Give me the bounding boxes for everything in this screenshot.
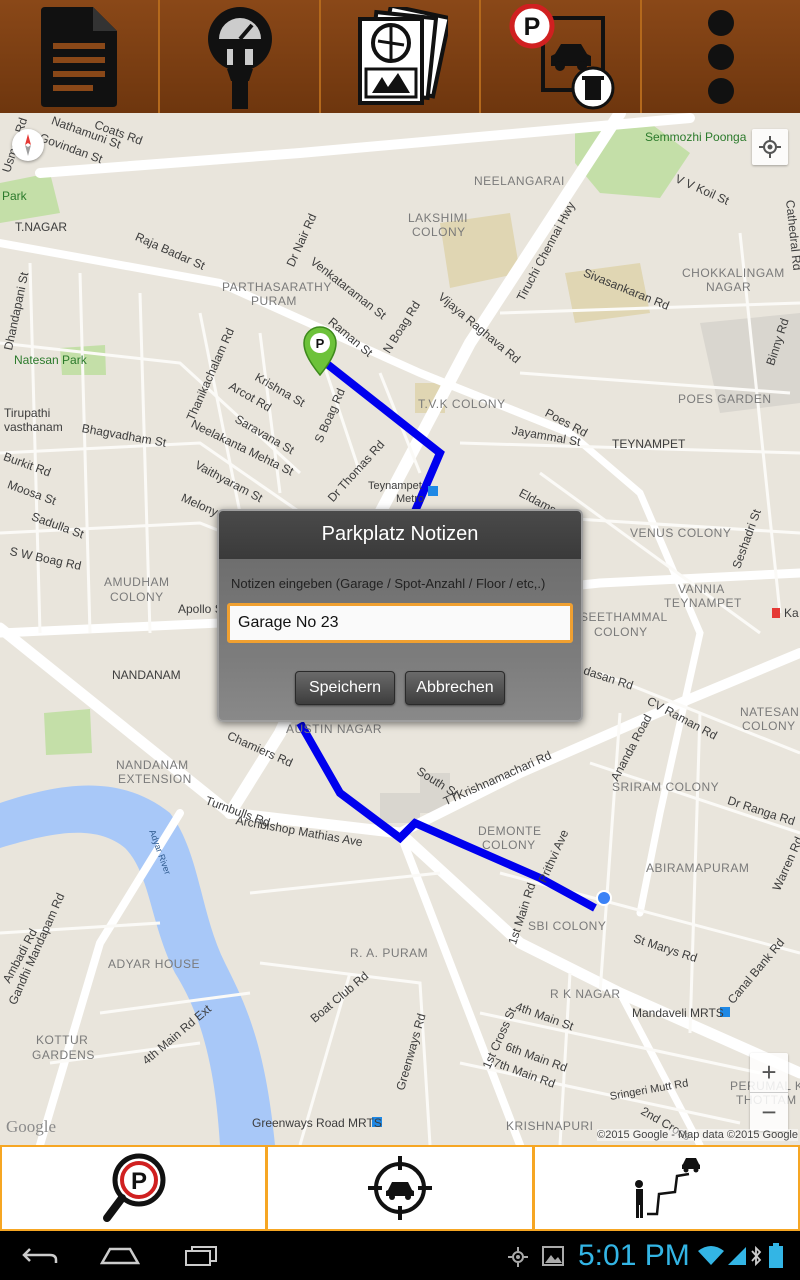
map-copyright: ©2015 Google - Map data ©2015 Google <box>597 1129 798 1141</box>
locate-car-button[interactable] <box>268 1147 532 1229</box>
overflow-menu-icon <box>707 9 734 104</box>
area-label: COLONY <box>742 719 796 733</box>
area-label: KOTTUR <box>36 1033 89 1047</box>
parking-notes-dialog: Parkplatz Notizen Notizen eingeben (Gara… <box>217 509 583 722</box>
area-label: PARTHASARATHY <box>222 280 332 294</box>
area-label: NEELANGARAI <box>474 174 565 188</box>
delete-parking-button[interactable]: P <box>481 0 642 113</box>
area-label: NANDANAM <box>116 758 189 772</box>
area-label: DEMONTE <box>478 824 542 838</box>
gallery-status-icon <box>542 1246 564 1266</box>
compass-icon <box>25 134 31 156</box>
map-label: Natesan Park <box>14 353 87 367</box>
area-label: AUSTIN NAGAR <box>286 722 383 736</box>
compass-button[interactable] <box>12 129 44 161</box>
wifi-icon <box>698 1246 724 1265</box>
walk-to-car-button[interactable] <box>534 1147 798 1229</box>
notes-button[interactable] <box>0 0 161 113</box>
overflow-menu-button[interactable] <box>641 0 800 113</box>
parking-meter-icon <box>207 6 272 109</box>
map-label: Greenways Road MRTS <box>252 1116 382 1130</box>
map-label: T.NAGAR <box>15 220 68 234</box>
svg-text:P: P <box>131 1168 147 1195</box>
notes-document-icon <box>41 6 118 107</box>
notes-input[interactable] <box>227 603 573 643</box>
area-label: COLONY <box>482 838 536 852</box>
dialog-message: Notizen eingeben (Garage / Spot-Anzahl /… <box>231 576 546 591</box>
svg-text:P: P <box>316 336 325 351</box>
area-label: ABIRAMAPURAM <box>646 861 750 875</box>
find-parking-icon: P <box>102 1153 166 1222</box>
recent-apps-icon[interactable] <box>184 1245 218 1267</box>
area-label: SRIRAM COLONY <box>612 780 720 794</box>
maps-button[interactable] <box>320 0 482 113</box>
map-label: Ka <box>784 606 799 620</box>
zoom-controls: + − <box>750 1053 788 1131</box>
home-icon[interactable] <box>100 1245 140 1265</box>
area-label: SEETHAMMAL <box>580 610 668 624</box>
map-label: Teynampet <box>368 480 422 492</box>
map-label: Park <box>2 189 27 203</box>
area-label: NANDANAM <box>112 668 181 682</box>
map-label: Metro <box>396 493 425 505</box>
gps-status-icon <box>508 1247 528 1267</box>
area-label: CHOKKALINGAM <box>682 266 785 280</box>
back-icon[interactable] <box>22 1247 60 1265</box>
map-pages-icon <box>358 6 449 105</box>
area-label: NATESAN <box>740 705 800 719</box>
map-label: vasthanam <box>4 420 63 434</box>
zoom-out-button[interactable]: − <box>750 1093 788 1132</box>
area-label: VENUS COLONY <box>630 526 732 540</box>
battery-icon <box>769 1243 783 1268</box>
map-label: Mandaveli MRTS <box>632 1006 724 1020</box>
system-navigation-bar: 5:01 PM <box>0 1231 800 1280</box>
svg-text:P: P <box>524 13 541 41</box>
delete-parking-icon: P <box>509 3 615 109</box>
area-label: AMUDHAM <box>104 575 170 589</box>
bottom-action-bar: P <box>0 1145 800 1231</box>
area-label: VANNIA <box>678 582 725 596</box>
top-toolbar: P <box>0 0 800 113</box>
area-label: POES GARDEN <box>678 392 772 406</box>
area-label: R K NAGAR <box>550 987 621 1001</box>
area-label: COLONY <box>412 225 466 239</box>
walk-to-car-icon <box>635 1158 701 1218</box>
area-label: SBI COLONY <box>528 919 607 933</box>
cancel-button[interactable]: Abbrechen <box>405 671 505 705</box>
parking-meter-button[interactable] <box>160 0 321 113</box>
area-label: TEYNAMPET <box>664 596 742 610</box>
crosshair-icon <box>759 136 781 158</box>
area-label: T.V.K COLONY <box>418 397 506 411</box>
dialog-title: Parkplatz Notizen <box>321 523 479 545</box>
area-label: COLONY <box>110 590 164 604</box>
area-label: KRISHNAPURI <box>506 1119 594 1133</box>
map-label: Tirupathi <box>4 406 51 420</box>
locate-car-icon <box>367 1156 432 1220</box>
area-label: COLONY <box>594 625 648 639</box>
area-label: EXTENSION <box>118 772 192 786</box>
area-label: TEYNAMPET <box>612 437 686 451</box>
save-button[interactable]: Speichern <box>295 671 395 705</box>
bluetooth-icon <box>751 1245 762 1267</box>
area-label: GARDENS <box>32 1048 95 1062</box>
zoom-in-button[interactable]: + <box>750 1053 788 1093</box>
area-label: NAGAR <box>706 280 752 294</box>
area-label: PURAM <box>251 294 297 308</box>
area-label: ADYAR HOUSE <box>108 957 200 971</box>
map-label: Apollo S <box>178 602 223 616</box>
area-label: R. A. PURAM <box>350 946 429 960</box>
google-logo: Google <box>6 1117 57 1136</box>
signal-icon <box>728 1247 746 1265</box>
status-clock: 5:01 PM <box>578 1239 690 1272</box>
find-parking-button[interactable]: P <box>2 1147 266 1229</box>
my-location-button[interactable] <box>752 129 788 165</box>
map-label: Semmozhi Poonga <box>645 130 747 144</box>
area-label: LAKSHIMI <box>408 211 469 225</box>
